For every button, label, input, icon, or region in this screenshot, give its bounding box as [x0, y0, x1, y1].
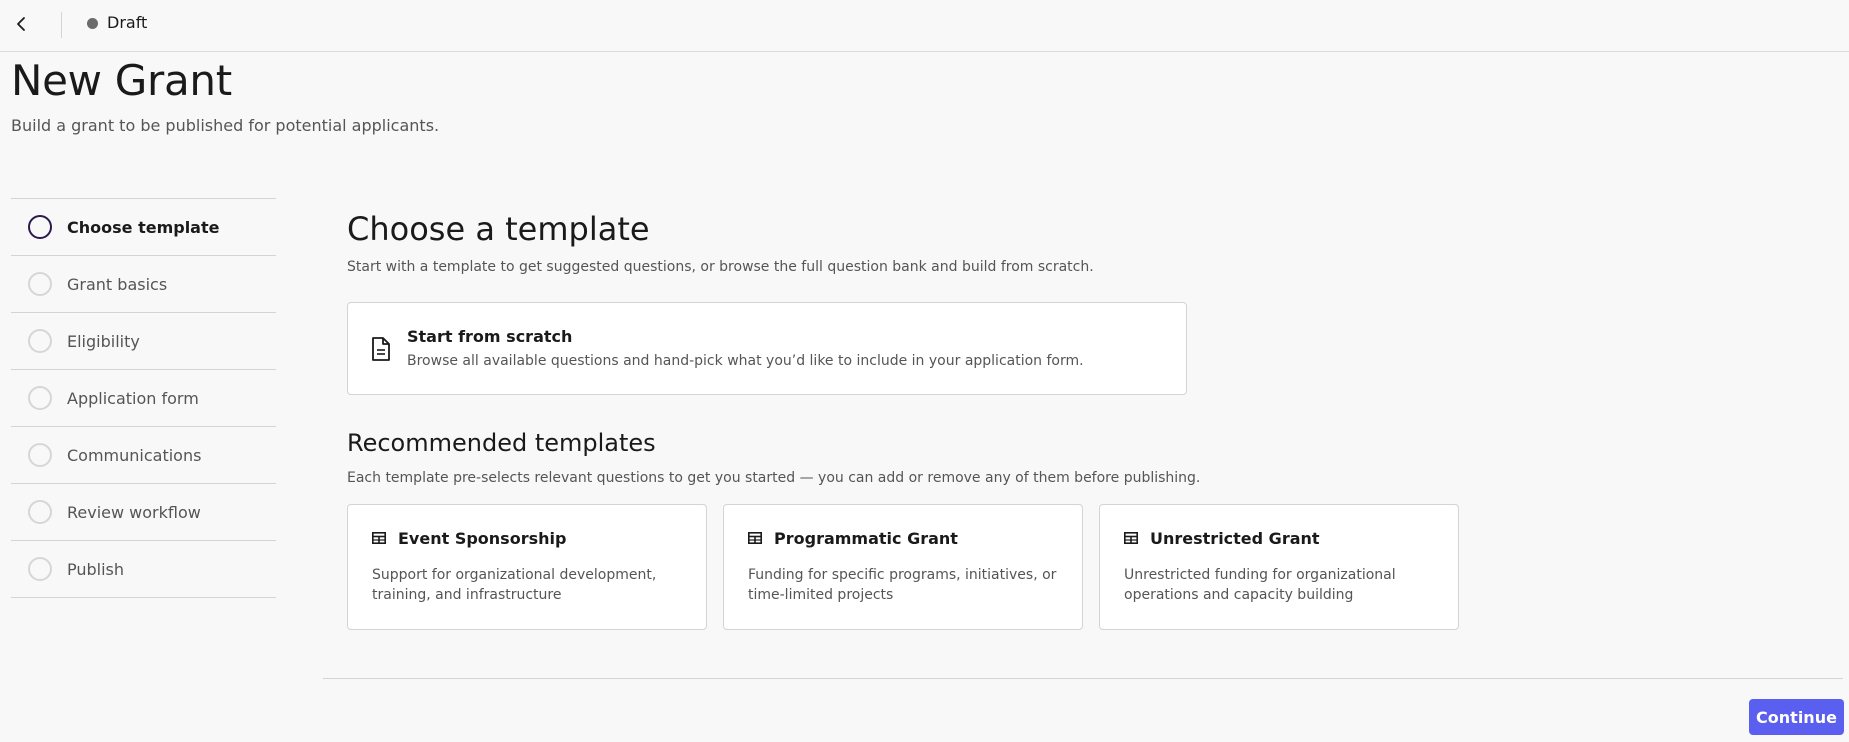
section-title: Choose a template	[347, 210, 650, 248]
scratch-card-title: Start from scratch	[407, 327, 573, 346]
step-circle-icon	[28, 215, 52, 239]
step-label: Grant basics	[67, 274, 168, 294]
start-from-scratch-card[interactable]: Start from scratch Browse all available …	[347, 302, 1187, 395]
status-badge: Draft	[107, 13, 148, 32]
step-circle-icon	[28, 557, 52, 581]
top-bar: Draft	[0, 0, 1849, 52]
topbar-divider	[61, 12, 62, 38]
step-label: Review workflow	[67, 502, 201, 522]
step-communications[interactable]: Communications	[11, 427, 276, 484]
step-circle-icon	[28, 500, 52, 524]
step-label: Communications	[67, 445, 202, 465]
step-label: Publish	[67, 559, 125, 579]
template-card-description: Funding for specific programs, initiativ…	[748, 567, 1057, 603]
recommended-title: Recommended templates	[347, 429, 656, 457]
chevron-left-icon	[17, 17, 25, 31]
step-label: Choose template	[67, 217, 220, 237]
back-button[interactable]	[10, 13, 32, 35]
template-card-title: Unrestricted Grant	[1150, 529, 1320, 548]
step-review-workflow[interactable]: Review workflow	[11, 484, 276, 541]
step-label: Application form	[67, 388, 199, 408]
step-circle-icon	[28, 386, 52, 410]
template-card-programmatic-grant[interactable]: Programmatic Grant Funding for specific …	[723, 504, 1083, 630]
document-icon	[372, 337, 390, 361]
step-label: Eligibility	[67, 331, 140, 351]
step-grant-basics[interactable]: Grant basics	[11, 256, 276, 313]
step-circle-icon	[28, 443, 52, 467]
template-card-event-sponsorship[interactable]: Event Sponsorship Support for organizati…	[347, 504, 707, 630]
template-card-description: Unrestricted funding for organizational …	[1124, 567, 1396, 603]
template-card-description: Support for organizational development, …	[372, 567, 657, 603]
step-publish[interactable]: Publish	[11, 541, 276, 598]
status-dot-icon	[87, 18, 98, 29]
scratch-card-description: Browse all available questions and hand-…	[407, 353, 1084, 369]
section-description: Start with a template to get suggested q…	[347, 259, 1094, 275]
template-card-title: Programmatic Grant	[774, 529, 958, 548]
page-subtitle: Build a grant to be published for potent…	[11, 116, 440, 135]
step-eligibility[interactable]: Eligibility	[11, 313, 276, 370]
table-icon	[1124, 532, 1138, 544]
recommended-description: Each template pre-selects relevant quest…	[347, 470, 1201, 486]
continue-button[interactable]: Continue	[1749, 699, 1844, 735]
page-title: New Grant	[11, 56, 232, 105]
step-navigation: Choose template Grant basics Eligibility…	[11, 198, 276, 598]
step-application-form[interactable]: Application form	[11, 370, 276, 427]
table-icon	[748, 532, 762, 544]
template-card-title: Event Sponsorship	[398, 529, 567, 548]
step-circle-icon	[28, 272, 52, 296]
step-choose-template[interactable]: Choose template	[11, 199, 276, 256]
footer-divider	[323, 678, 1843, 679]
step-circle-icon	[28, 329, 52, 353]
template-card-unrestricted-grant[interactable]: Unrestricted Grant Unrestricted funding …	[1099, 504, 1459, 630]
table-icon	[372, 532, 386, 544]
